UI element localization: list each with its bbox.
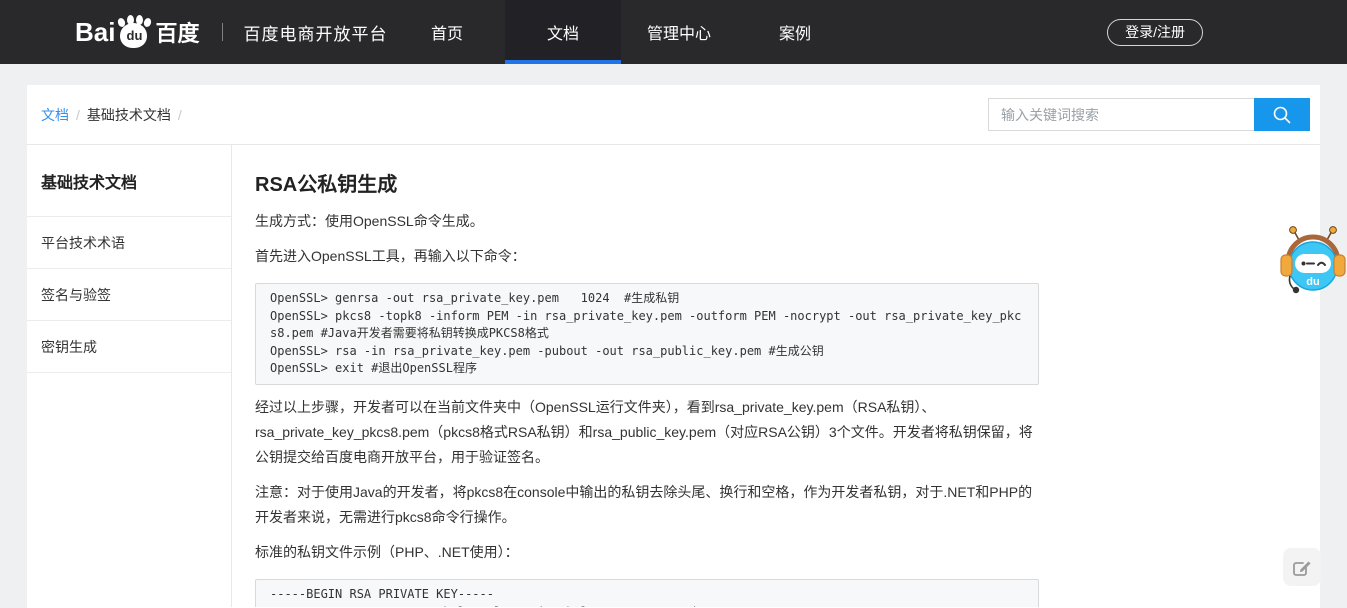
content-card: 文档 / 基础技术文档 / 基础技术文档 平台技术术语 签名与验签 密钥生成 R…: [27, 85, 1320, 608]
sidebar-item-sign-verify[interactable]: 签名与验签: [27, 269, 231, 321]
code-block-openssl-commands: OpenSSL> genrsa -out rsa_private_key.pem…: [255, 283, 1039, 385]
breadcrumb-separator: /: [76, 107, 80, 123]
nav-item-cases[interactable]: 案例: [737, 0, 853, 64]
paragraph-private-key-example: 标准的私钥文件示例（PHP、.NET使用）：: [255, 540, 1039, 565]
platform-brand-title: 百度电商开放平台: [243, 20, 387, 45]
breadcrumb: 文档 / 基础技术文档 /: [41, 105, 182, 125]
login-register-button[interactable]: 登录/注册: [1107, 19, 1203, 46]
robot-icon: du: [1280, 224, 1346, 302]
baidu-logo[interactable]: Bai du 百度 ｜ 百度电商开放平台: [75, 0, 387, 64]
doc-main: RSA公私钥生成 生成方式：使用OpenSSL命令生成。 首先进入OpenSSL…: [232, 145, 1320, 607]
docs-sidebar: 基础技术文档 平台技术术语 签名与验签 密钥生成: [27, 145, 232, 607]
paragraph-steps-result: 经过以上步骤，开发者可以在当前文件夹中（OpenSSL运行文件夹），看到rsa_…: [255, 395, 1039, 470]
nav-item-home[interactable]: 首页: [389, 0, 505, 64]
breadcrumb-item-basic-docs[interactable]: 基础技术文档: [87, 105, 171, 125]
search-input[interactable]: [988, 98, 1254, 131]
breadcrumb-row: 文档 / 基础技术文档 /: [27, 85, 1320, 145]
page-title: RSA公私钥生成: [255, 171, 1320, 199]
logo-text-cn: 百度: [155, 16, 199, 48]
logo-text-du: du: [117, 28, 151, 43]
logo-text-bai: Bai: [75, 17, 115, 48]
breadcrumb-separator: /: [178, 107, 182, 123]
baidu-paw-icon: du: [117, 15, 151, 49]
logo-divider: ｜: [213, 19, 231, 45]
search-button[interactable]: [1254, 98, 1310, 131]
top-navbar: Bai du 百度 ｜ 百度电商开放平台 首页 文档 管理中心 案例 登录/注册: [0, 0, 1347, 64]
paragraph-enter-openssl: 首先进入OpenSSL工具，再输入以下命令：: [255, 244, 1039, 269]
nav-item-console[interactable]: 管理中心: [621, 0, 737, 64]
du-robot-mascot[interactable]: du: [1280, 224, 1346, 302]
nav-item-docs[interactable]: 文档: [505, 0, 621, 64]
code-block-private-key: -----BEGIN RSA PRIVATE KEY----- MIICXQIB…: [255, 579, 1039, 607]
breadcrumb-link-docs[interactable]: 文档: [41, 105, 69, 125]
paragraph-java-note: 注意：对于使用Java的开发者，将pkcs8在console中输出的私钥去除头尾…: [255, 480, 1039, 530]
edit-pencil-icon: [1292, 557, 1312, 577]
robot-du-label: du: [1306, 276, 1319, 288]
sidebar-item-key-generation[interactable]: 密钥生成: [27, 321, 231, 373]
sidebar-title: 基础技术文档: [27, 145, 231, 217]
sidebar-item-platform-terms[interactable]: 平台技术术语: [27, 217, 231, 269]
search-icon: [1271, 104, 1293, 126]
paragraph-generation-method: 生成方式：使用OpenSSL命令生成。: [255, 209, 1039, 234]
main-nav: 首页 文档 管理中心 案例: [389, 0, 853, 64]
search-box: [988, 98, 1310, 131]
feedback-edit-button[interactable]: [1283, 548, 1321, 586]
